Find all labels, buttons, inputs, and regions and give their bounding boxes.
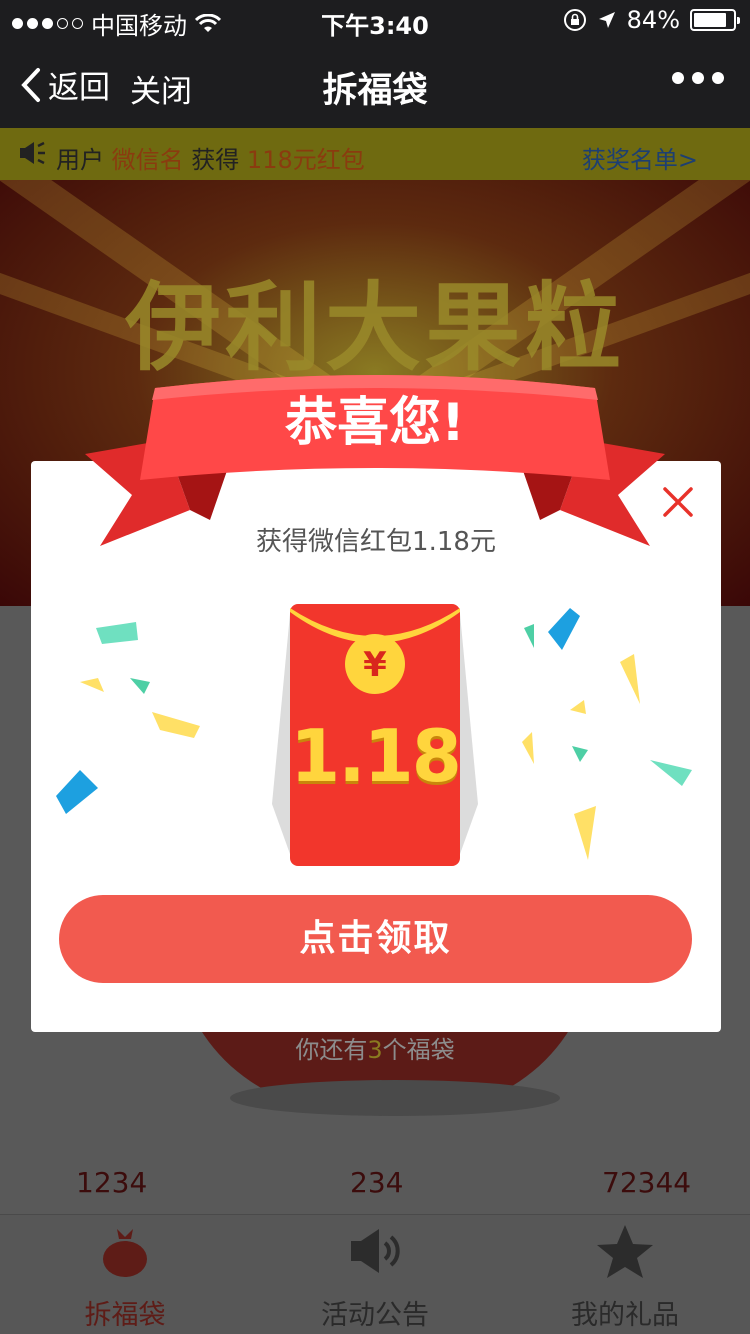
stats-counters: 1234 234 72344 — [0, 1166, 750, 1206]
remaining-bags-text: 你还有3个福袋 — [0, 1030, 750, 1065]
ribbon-text: 恭喜您! — [284, 393, 465, 453]
more-dot — [712, 72, 724, 84]
confetti-decoration — [522, 608, 692, 860]
remaining-prefix: 你还有 — [295, 1036, 368, 1064]
counter-value: 234 — [350, 1166, 404, 1199]
claim-button[interactable]: 点击领取 — [59, 895, 692, 983]
ticker-user: 微信名 — [111, 146, 184, 174]
bag-shadow — [230, 1080, 560, 1116]
status-bar: 中国移动 下午3:40 84% — [0, 0, 750, 40]
status-right: 84% — [563, 6, 740, 34]
confetti-decoration — [56, 622, 200, 814]
counter-value: 1234 — [76, 1166, 148, 1199]
page-title: 拆福袋 — [322, 71, 428, 111]
more-options-button[interactable] — [672, 72, 724, 84]
ticker-prefix: 用户 — [56, 146, 104, 174]
tab-label: 拆福袋 — [84, 1300, 166, 1331]
battery-icon — [690, 9, 740, 31]
ticker-verb: 获得 — [191, 146, 240, 174]
more-dot — [692, 72, 704, 84]
broadcast-icon — [20, 141, 45, 165]
tab-announcements[interactable]: 活动公告 — [250, 1215, 500, 1334]
poster-headline: 伊利大果粒 — [125, 272, 625, 384]
yuan-icon: ¥ — [363, 645, 387, 685]
ticker-message: 用户 微信名 获得 118元红包 — [56, 140, 365, 175]
winner-ticker: 用户 微信名 获得 118元红包 获奖名单> — [0, 128, 750, 180]
battery-percent: 84% — [626, 6, 680, 34]
speaker-icon — [351, 1229, 400, 1273]
tab-open-bag[interactable]: 拆福袋 — [0, 1215, 250, 1334]
remaining-count: 3 — [367, 1036, 383, 1064]
navigation-bar: 返回 关闭 拆福袋 — [0, 40, 750, 128]
tab-label: 我的礼品 — [571, 1300, 679, 1331]
prize-amount: 1.18 — [290, 714, 462, 798]
tab-my-gifts[interactable]: 我的礼品 — [500, 1215, 750, 1334]
tab-label: 活动公告 — [321, 1300, 429, 1331]
red-envelope: ¥ 1.18 — [272, 604, 478, 866]
congrats-ribbon: 恭喜您! — [85, 375, 665, 546]
star-icon — [597, 1225, 653, 1278]
tab-bar: 拆福袋 活动公告 我的礼品 — [0, 1214, 750, 1334]
counter-value: 72344 — [602, 1166, 692, 1199]
remaining-suffix: 个福袋 — [382, 1036, 455, 1064]
winners-list-link[interactable]: 获奖名单> — [582, 140, 698, 175]
lucky-bag-icon — [103, 1229, 147, 1277]
ticker-prize: 118元红包 — [246, 146, 365, 174]
more-dot — [672, 72, 684, 84]
page: 中国移动 下午3:40 84% 返回 关闭 拆福袋 用户 微信名 获得 118元… — [0, 0, 750, 1334]
rotation-lock-icon — [563, 9, 586, 31]
location-icon — [598, 12, 615, 28]
